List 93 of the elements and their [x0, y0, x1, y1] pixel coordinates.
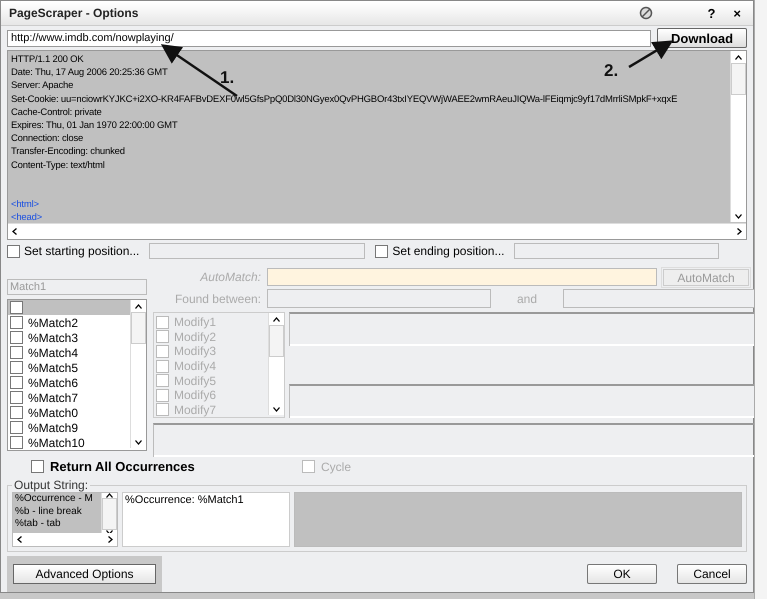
scrollbar[interactable]: [130, 300, 146, 448]
checkbox-label: Set starting position...: [24, 244, 140, 258]
response-header-line: Set-Cookie: uu=nciowrKYJKC+i2XO-KR4FAFBvDEXF0wl5GfsPpQ0Dl30NGyex0QvPHGBOr43txIYEQVWjWAEE2wmRAeuJIQWa-lFEiqmjc9yf17dMrrliSMpkF+xqxE: [11, 92, 678, 106]
prohibited-icon[interactable]: [639, 6, 654, 20]
checkbox[interactable]: [156, 374, 169, 388]
checkbox[interactable]: [156, 403, 169, 416]
found-between-label: Found between:: [174, 292, 261, 306]
download-button[interactable]: Download: [657, 28, 747, 48]
cancel-button[interactable]: Cancel: [677, 564, 747, 584]
scroll-up-icon[interactable]: [106, 493, 113, 498]
response-header-line: Cache-Control: private: [11, 106, 102, 119]
match-item[interactable]: %Match2: [8, 315, 130, 330]
response-text-area[interactable]: [7, 50, 747, 240]
match-item[interactable]: [8, 300, 130, 315]
automatch-field[interactable]: [267, 268, 657, 286]
automatch-label: AutoMatch:: [198, 270, 261, 284]
checkbox[interactable]: [31, 460, 44, 473]
match-item[interactable]: %Match7: [8, 390, 130, 405]
checkbox[interactable]: [7, 244, 20, 258]
scroll-up-icon[interactable]: [135, 304, 142, 308]
checkbox[interactable]: [10, 301, 23, 314]
scroll-right-icon[interactable]: [737, 228, 742, 235]
checkbox[interactable]: [10, 376, 23, 389]
match-item[interactable]: %Match4: [8, 345, 130, 360]
response-header-line: Date: Thu, 17 Aug 2006 20:25:36 GMT: [11, 66, 168, 80]
scroll-left-icon[interactable]: [17, 536, 22, 543]
scroll-thumb[interactable]: [102, 498, 117, 530]
html-tag-line: <head>: [11, 211, 42, 223]
match-list[interactable]: %Match2 %Match3 %Match4 %Match5 %Match6 %Match7 %Match0 %Match9 %Match10: [7, 299, 147, 451]
match-item[interactable]: %Match6: [8, 375, 130, 390]
checkbox[interactable]: [10, 361, 23, 374]
response-header-line: Server: Apache: [11, 79, 74, 93]
match-item[interactable]: %Match3: [8, 330, 130, 345]
match-name-field[interactable]: Match1: [7, 279, 147, 295]
checkbox[interactable]: [156, 360, 169, 373]
scroll-thumb[interactable]: [131, 312, 146, 344]
response-header-line: Expires: Thu, 01 Jan 1970 22:00:00 GMT: [11, 118, 178, 132]
close-button[interactable]: ×: [729, 6, 745, 20]
checkbox[interactable]: [10, 346, 23, 359]
match-item[interactable]: %Match0: [8, 405, 130, 420]
scroll-up-icon[interactable]: [273, 316, 280, 322]
and-label: and: [516, 292, 538, 306]
output-string-legend: Output String:: [12, 478, 90, 492]
response-header-line: HTTP/1.1 200 OK: [11, 53, 84, 66]
token-item[interactable]: %tab - tab: [15, 518, 101, 530]
checkbox[interactable]: [156, 330, 169, 344]
annotation-label: 2.: [604, 61, 618, 81]
response-header-line: Connection: close: [11, 132, 84, 146]
html-tag-line: <html>: [11, 198, 39, 212]
found-start-field[interactable]: [267, 289, 491, 308]
checkbox[interactable]: [10, 331, 23, 344]
scroll-right-icon[interactable]: [108, 536, 113, 543]
match-item[interactable]: %Match5: [8, 360, 130, 375]
return-all-label: Return All Occurrences: [50, 459, 196, 474]
token-item[interactable]: %Occurrence - M: [15, 493, 101, 506]
token-list[interactable]: %Occurrence - M %b - line break %tab - tab: [12, 492, 118, 547]
ok-button[interactable]: OK: [587, 564, 657, 584]
scrollbar[interactable]: [101, 493, 117, 533]
scroll-down-icon[interactable]: [106, 530, 113, 535]
scrollbar[interactable]: [268, 313, 284, 415]
scroll-down-icon[interactable]: [273, 406, 280, 412]
end-position-field[interactable]: [514, 243, 720, 259]
checkbox[interactable]: [10, 391, 23, 404]
response-header-line: Content-Type: text/html: [11, 158, 105, 172]
match-item[interactable]: %Match10: [8, 435, 130, 450]
window-title: PageScraper - Options: [9, 6, 140, 20]
scrollbar[interactable]: [730, 51, 746, 222]
checkbox[interactable]: [156, 316, 169, 329]
help-button[interactable]: ?: [703, 6, 720, 20]
scroll-down-icon[interactable]: [735, 214, 742, 218]
scroll-up-icon[interactable]: [735, 54, 742, 60]
checkbox[interactable]: [10, 406, 23, 419]
annotation-arrow: [628, 40, 674, 68]
token-item[interactable]: %b - line break: [15, 506, 101, 518]
checkbox-label: Set ending position...: [392, 244, 504, 258]
advanced-options-button[interactable]: Advanced Options: [13, 564, 156, 584]
annotation-label: 1.: [220, 68, 234, 88]
output-string-field[interactable]: %Occurrence: %Match1: [122, 492, 290, 547]
checkbox[interactable]: [10, 436, 23, 449]
checkbox[interactable]: [156, 388, 169, 402]
start-position-field[interactable]: [149, 243, 366, 259]
checkbox[interactable]: [10, 316, 23, 329]
checkbox[interactable]: [375, 244, 388, 258]
scroll-down-icon[interactable]: [135, 440, 142, 444]
match-item[interactable]: %Match9: [8, 420, 130, 435]
checkbox[interactable]: [10, 421, 23, 434]
checkbox[interactable]: [156, 344, 169, 358]
scroll-thumb[interactable]: [269, 325, 284, 357]
url-field[interactable]: http://www.imdb.com/nowplaying/: [7, 30, 652, 46]
scroll-thumb[interactable]: [731, 63, 746, 95]
response-header-line: Transfer-Encoding: chunked: [11, 145, 125, 158]
scroll-left-icon[interactable]: [12, 228, 17, 235]
cycle-label: Cycle: [321, 460, 352, 474]
